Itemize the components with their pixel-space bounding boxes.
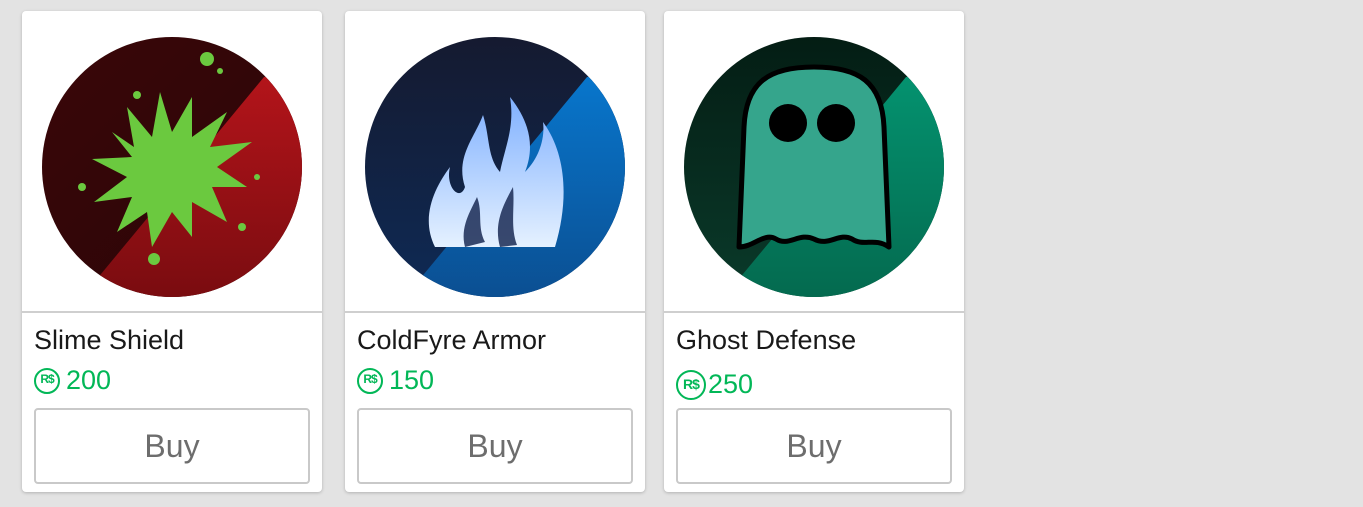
item-name[interactable]: ColdFyre Armor	[357, 325, 546, 356]
price-value: 250	[708, 369, 754, 399]
robux-icon: R$	[676, 369, 706, 400]
item-price: R$ 200	[34, 365, 111, 396]
item-price: R$ 150	[357, 365, 434, 396]
item-thumbnail[interactable]	[22, 11, 322, 313]
buy-button[interactable]: Buy	[34, 408, 310, 484]
item-thumbnail[interactable]	[664, 11, 964, 313]
price-value: 150	[389, 365, 435, 395]
shop-item-card: Ghost Defense R$ 250 Buy	[664, 11, 964, 492]
buy-button[interactable]: Buy	[357, 408, 633, 484]
shop-item-card: Slime Shield R$ 200 Buy	[22, 11, 322, 492]
item-price: R$ 250	[676, 369, 753, 400]
item-name[interactable]: Ghost Defense	[676, 325, 856, 356]
blue-flame-icon	[365, 37, 625, 297]
shop-item-card: ColdFyre Armor R$ 150 Buy	[345, 11, 645, 492]
item-name[interactable]: Slime Shield	[34, 325, 184, 356]
slime-splat-icon	[42, 37, 302, 297]
price-value: 200	[66, 365, 112, 395]
buy-button[interactable]: Buy	[676, 408, 952, 484]
ghost-icon	[684, 37, 944, 297]
item-thumbnail[interactable]	[345, 11, 645, 313]
robux-icon: R$	[357, 367, 383, 394]
robux-icon: R$	[34, 367, 60, 394]
